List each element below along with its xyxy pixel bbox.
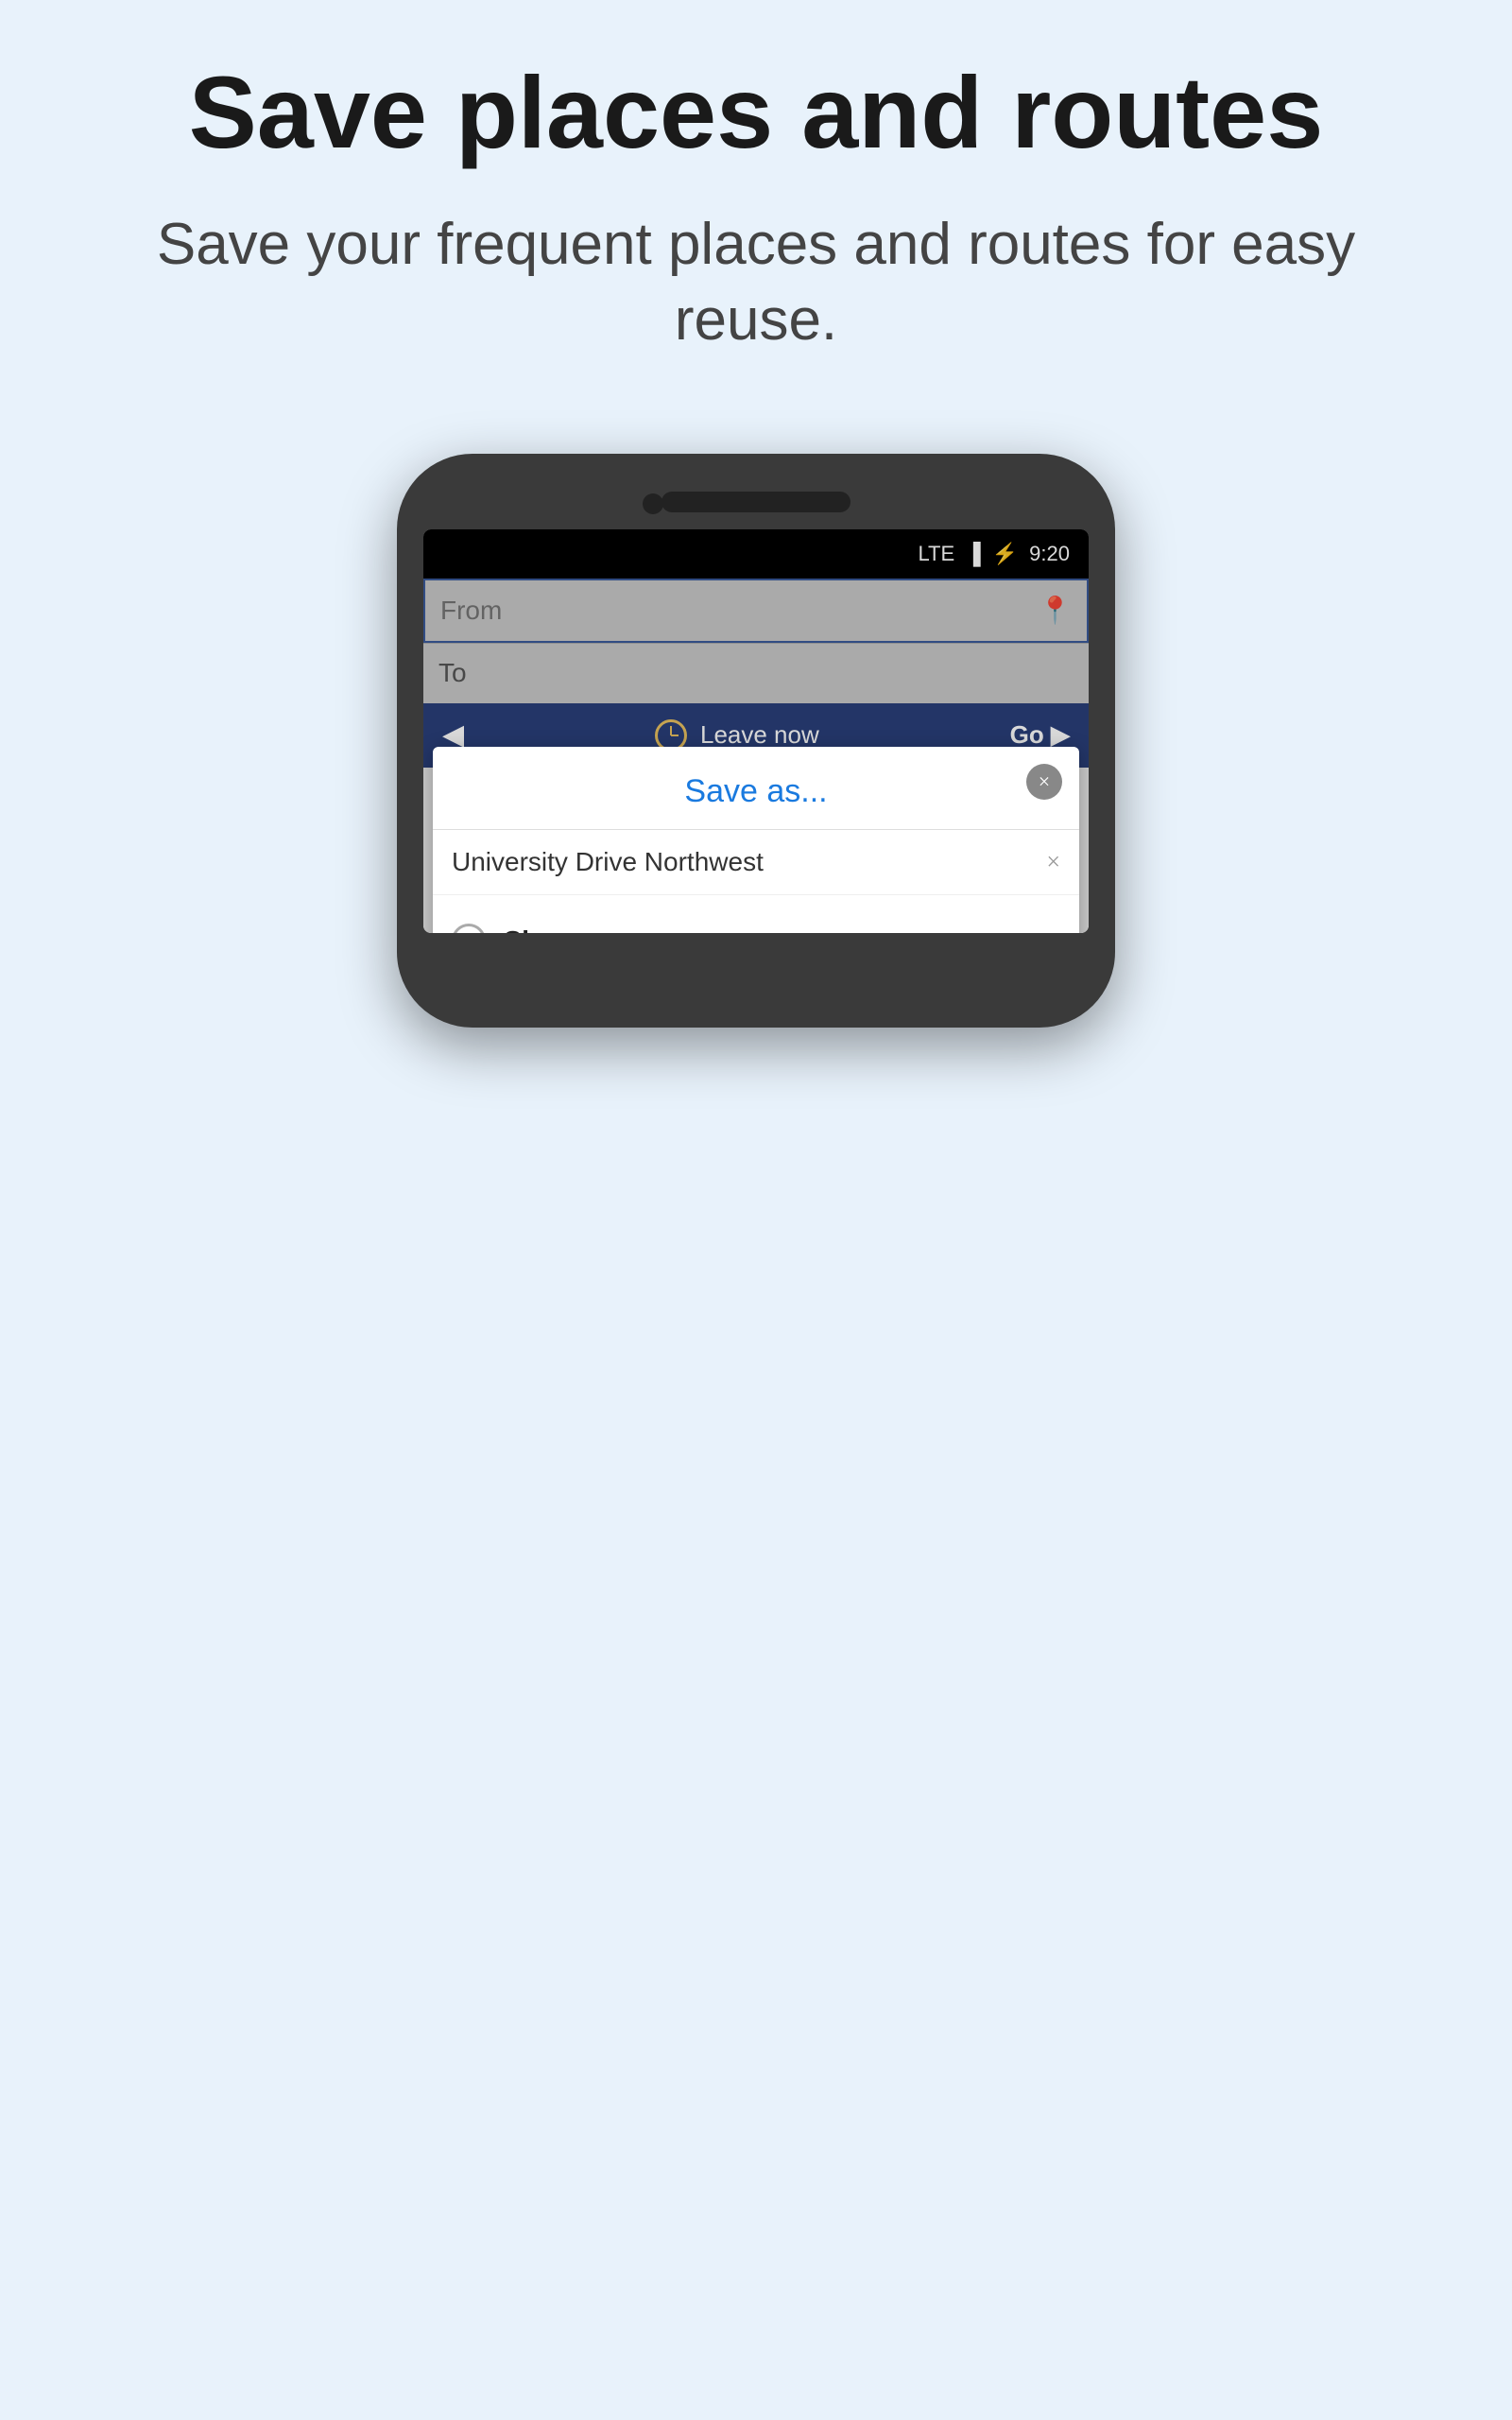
dialog-header: Save as... × xyxy=(433,747,1079,830)
radio-choose-new-name[interactable] xyxy=(452,924,486,933)
clear-input-button[interactable]: × xyxy=(1046,848,1060,876)
phone-camera xyxy=(643,493,663,514)
save-as-dialog: Save as... × × Choose a xyxy=(433,747,1079,933)
option-label-choose-new-name: Choose a new name xyxy=(503,925,757,933)
phone-wrapper: LTE ▐ ⚡ 9:20 📍 To ◀ Leave now xyxy=(0,454,1512,1028)
dialog-title: Save as... xyxy=(684,773,827,809)
dialog-overlay: Save as... × × Choose a xyxy=(423,529,1089,933)
option-choose-new-name[interactable]: Choose a new name xyxy=(452,910,1060,933)
page-header: Save places and routes Save your frequen… xyxy=(0,0,1512,397)
place-name-input[interactable] xyxy=(452,847,1033,877)
page-subtitle: Save your frequent places and routes for… xyxy=(76,207,1436,359)
dialog-input-row: × xyxy=(433,830,1079,895)
page-title: Save places and routes xyxy=(76,57,1436,169)
dialog-close-button[interactable]: × xyxy=(1026,764,1062,800)
phone-bottom xyxy=(423,933,1089,971)
phone-screen: LTE ▐ ⚡ 9:20 📍 To ◀ Leave now xyxy=(423,529,1089,933)
save-options-list: Choose a new name Home Work None xyxy=(433,895,1079,933)
phone-device: LTE ▐ ⚡ 9:20 📍 To ◀ Leave now xyxy=(397,454,1115,1028)
phone-speaker xyxy=(662,492,850,512)
